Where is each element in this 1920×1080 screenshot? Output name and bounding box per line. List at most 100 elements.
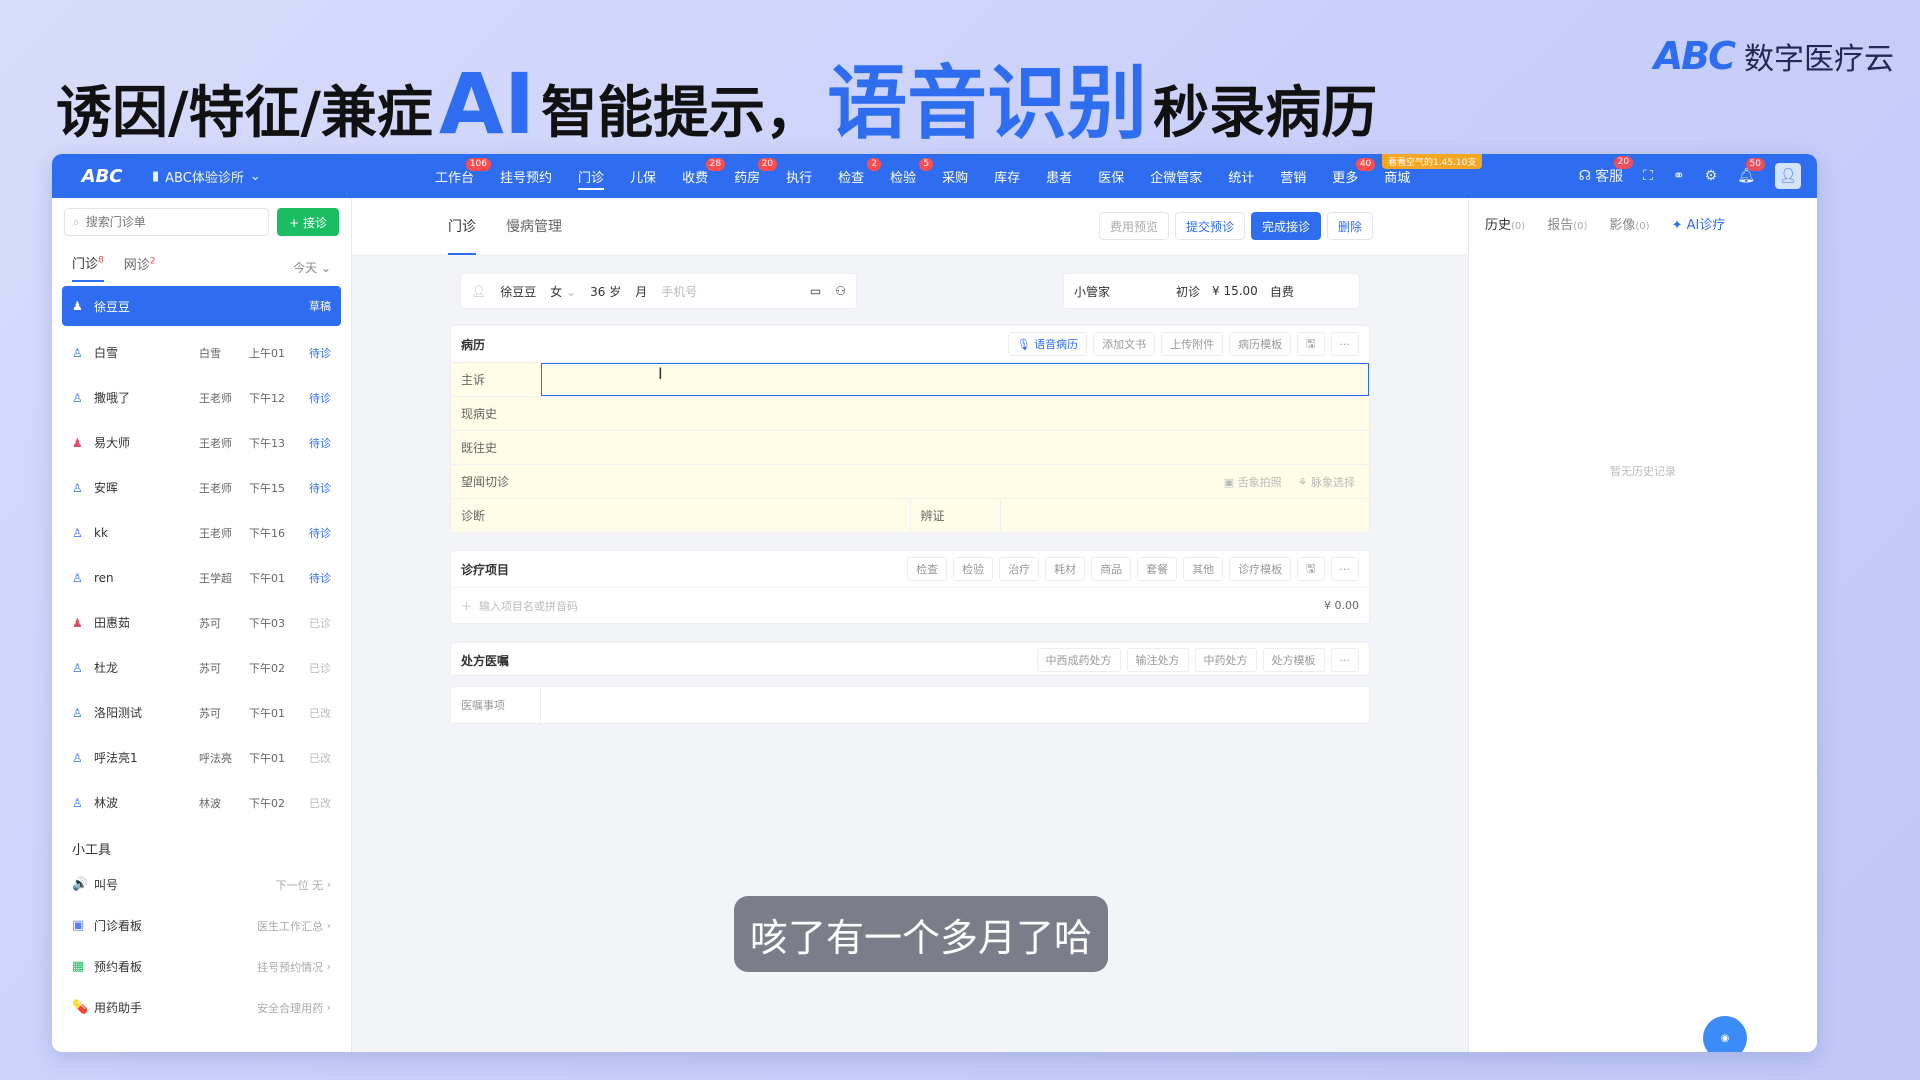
date-filter[interactable]: 今天 ⌄ bbox=[293, 259, 331, 276]
app-logo[interactable]: ABC bbox=[52, 166, 152, 187]
nav-item-0[interactable]: 工作台 106 bbox=[422, 154, 492, 198]
bell-icon[interactable]: 🔔︎ 50 bbox=[1737, 158, 1765, 184]
patient-gender[interactable]: 女 ⌄ bbox=[550, 283, 576, 300]
nav-item-4[interactable]: 收费 28 bbox=[669, 154, 726, 198]
rx-type-button[interactable]: 中药处方 bbox=[1194, 648, 1257, 672]
examination-input[interactable]: ▣ 舌象拍照 ⚘ 脉象选择 bbox=[541, 465, 1369, 498]
visit-type-select[interactable]: 初诊 bbox=[1176, 283, 1200, 300]
more-icon[interactable]: ··· bbox=[1330, 332, 1359, 356]
nav-item-1[interactable]: 挂号预约 bbox=[487, 154, 565, 198]
rx-template-button[interactable]: 处方模板 bbox=[1262, 648, 1325, 672]
item-type-button[interactable]: 检验 bbox=[953, 557, 994, 581]
delete-button[interactable]: 删除 bbox=[1326, 212, 1373, 240]
nav-item-5[interactable]: 药房 20 bbox=[721, 154, 778, 198]
tongue-photo-button[interactable]: ▣ 舌象拍照 bbox=[1224, 474, 1282, 490]
patient-row[interactable]: ♟ 易大师 王老师 下午13 待诊 bbox=[62, 420, 341, 465]
nav-item-11[interactable]: 患者 bbox=[1033, 154, 1085, 198]
item-search-input[interactable]: 输入项目名或拼音码 bbox=[479, 598, 578, 614]
nav-item-13[interactable]: 企微管家 bbox=[1137, 154, 1215, 198]
patient-row[interactable]: ♙ 安晖 王老师 下午15 待诊 bbox=[62, 465, 341, 510]
patient-row[interactable]: ♙ 撒哦了 王老师 下午12 待诊 bbox=[62, 375, 341, 420]
tab-outpatient[interactable]: 门诊8 bbox=[72, 253, 104, 282]
record-template-button[interactable]: 病历模板 bbox=[1229, 332, 1292, 356]
syndrome-input[interactable] bbox=[1001, 499, 1370, 532]
fullscreen-icon[interactable]: ⛶ bbox=[1643, 168, 1653, 184]
item-type-button[interactable]: 套餐 bbox=[1137, 557, 1178, 581]
more-icon[interactable]: ··· bbox=[1330, 648, 1359, 672]
nav-item-15[interactable]: 营销 bbox=[1267, 154, 1319, 198]
nav-item-14[interactable]: 统计 bbox=[1215, 154, 1267, 198]
nav-item-8[interactable]: 检验 5 bbox=[877, 154, 934, 198]
link-icon[interactable]: ⚭ bbox=[1673, 168, 1685, 184]
card-icon[interactable]: ▭ bbox=[810, 284, 821, 298]
pulse-select-button[interactable]: ⚘ 脉象选择 bbox=[1298, 474, 1355, 490]
patient-name[interactable]: 徐豆豆 bbox=[500, 283, 536, 300]
diagnosis-input[interactable] bbox=[541, 499, 911, 532]
add-visit-button[interactable]: + 接诊 bbox=[277, 208, 339, 236]
add-document-button[interactable]: 添加文书 bbox=[1093, 332, 1156, 356]
steward-select[interactable]: 小管家 bbox=[1074, 283, 1164, 300]
upload-attachment-button[interactable]: 上传附件 bbox=[1161, 332, 1224, 356]
patient-row[interactable]: ♙ 呼法亮1 呼法亮 下午01 已改 bbox=[62, 735, 341, 780]
promo-tag[interactable]: 看看空气的1.45.10支 bbox=[1382, 154, 1483, 169]
patient-row[interactable]: ♟ 田惠茹 苏可 下午03 已诊 bbox=[62, 600, 341, 645]
nav-item-6[interactable]: 执行 bbox=[773, 154, 825, 198]
pay-type-select[interactable]: 自费 bbox=[1270, 283, 1294, 300]
patient-row[interactable]: ♙ ren 王学超 下午01 待诊 bbox=[62, 555, 341, 600]
save-icon[interactable]: 🖫︎ bbox=[1297, 332, 1325, 356]
search-input[interactable] bbox=[85, 215, 261, 229]
treatment-template-button[interactable]: 诊疗模板 bbox=[1229, 557, 1292, 581]
tab-history[interactable]: 历史(0) bbox=[1485, 214, 1525, 233]
rx-type-button[interactable]: 输注处方 bbox=[1126, 648, 1189, 672]
user-search-icon[interactable]: ⚇ bbox=[835, 284, 846, 298]
item-type-button[interactable]: 检查 bbox=[907, 557, 948, 581]
user-avatar[interactable]: 👤︎ bbox=[1775, 163, 1801, 189]
nav-item-3[interactable]: 儿保 bbox=[617, 154, 669, 198]
more-icon[interactable]: ··· bbox=[1330, 557, 1359, 581]
complete-visit-button[interactable]: 完成接诊 bbox=[1250, 212, 1321, 240]
tool-row[interactable]: ▣ 门诊看板 医生工作汇总 › bbox=[52, 905, 351, 946]
save-icon[interactable]: 🖫︎ bbox=[1297, 557, 1325, 581]
tab-chronic-management[interactable]: 慢病管理 bbox=[506, 204, 562, 248]
patient-row[interactable]: ♙ 杜龙 苏可 下午02 已诊 bbox=[62, 645, 341, 690]
tool-row[interactable]: 🔊 叫号 下一位 无 › bbox=[52, 864, 351, 905]
patient-row[interactable]: ♟ 徐豆豆 草稿 bbox=[62, 286, 341, 326]
nav-item-7[interactable]: 检查 2 bbox=[825, 154, 882, 198]
tab-image[interactable]: 影像(0) bbox=[1609, 214, 1649, 233]
tool-row[interactable]: 💊 用药助手 安全合理用药 › bbox=[52, 987, 351, 1028]
patient-month[interactable]: 月 bbox=[635, 283, 647, 300]
item-type-button[interactable]: 耗材 bbox=[1045, 557, 1086, 581]
tab-outpatient-record[interactable]: 门诊 bbox=[448, 204, 476, 255]
fee-preview-button[interactable]: 费用预览 bbox=[1098, 212, 1169, 240]
patient-row[interactable]: ♙ kk 王老师 下午16 待诊 bbox=[62, 510, 341, 555]
item-type-button[interactable]: 商品 bbox=[1091, 557, 1132, 581]
tool-row[interactable]: ▦ 预约看板 挂号预约情况 › bbox=[52, 946, 351, 987]
nav-item-2[interactable]: 门诊 bbox=[565, 154, 617, 198]
settings-icon[interactable]: ⚙ bbox=[1705, 168, 1718, 184]
nav-item-12[interactable]: 医保 bbox=[1085, 154, 1137, 198]
tab-report[interactable]: 报告(0) bbox=[1547, 214, 1587, 233]
item-type-button[interactable]: 治疗 bbox=[999, 557, 1040, 581]
advice-input[interactable] bbox=[541, 687, 1369, 723]
customer-service-button[interactable]: ☊ 客服 20 bbox=[1579, 156, 1634, 186]
patient-age[interactable]: 36 岁 bbox=[590, 283, 621, 300]
rx-type-button[interactable]: 中西成药处方 bbox=[1036, 648, 1121, 672]
patient-row[interactable]: ♙ 林波 林波 下午02 已改 bbox=[62, 780, 341, 825]
submit-prediagnosis-button[interactable]: 提交预诊 bbox=[1174, 212, 1245, 240]
item-type-button[interactable]: 其他 bbox=[1183, 557, 1224, 581]
present-illness-input[interactable] bbox=[541, 397, 1369, 430]
tab-online[interactable]: 网诊2 bbox=[124, 254, 156, 281]
floating-assistant-button[interactable]: ◉ bbox=[1703, 1016, 1747, 1052]
fee-value[interactable]: ¥ 15.00 bbox=[1212, 284, 1258, 298]
patient-row[interactable]: ♙ 洛阳测试 苏可 下午01 已改 bbox=[62, 690, 341, 735]
nav-item-10[interactable]: 库存 bbox=[981, 154, 1033, 198]
patient-row[interactable]: ♙ 白雪 白雪 上午01 待诊 bbox=[62, 330, 341, 375]
nav-item-16[interactable]: 更多 40 bbox=[1319, 154, 1376, 198]
tab-ai-diagnosis[interactable]: ✦ AI诊疗 bbox=[1672, 214, 1726, 233]
phone-input[interactable]: 手机号 bbox=[661, 283, 697, 300]
clinic-selector[interactable]: ▮ ABC体验诊所 ⌄ bbox=[152, 167, 372, 186]
nav-item-9[interactable]: 采购 bbox=[929, 154, 981, 198]
voice-record-button[interactable]: 🎙︎ 语音病历 bbox=[1007, 332, 1088, 356]
chief-complaint-input[interactable] bbox=[541, 363, 1369, 396]
past-history-input[interactable] bbox=[541, 431, 1369, 464]
